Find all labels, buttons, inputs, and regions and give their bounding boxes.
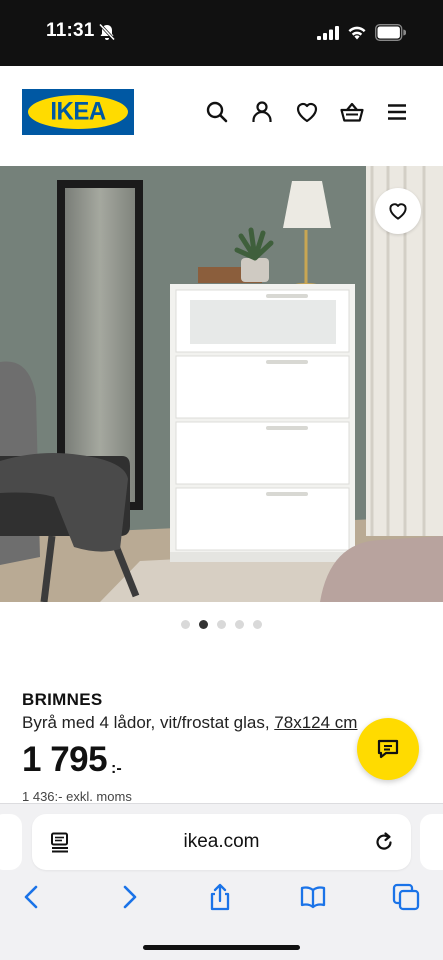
carousel-dot[interactable] (181, 620, 190, 629)
menu-icon[interactable] (384, 99, 410, 125)
price-excl-vat: 1 436:- exkl. moms (22, 789, 132, 804)
chat-bubble-icon (377, 739, 399, 759)
search-icon[interactable] (204, 99, 230, 125)
reload-icon[interactable] (373, 831, 395, 853)
price-suffix: :- (111, 760, 122, 777)
carousel-dot[interactable] (217, 620, 226, 629)
product-price: 1 795 (22, 740, 108, 779)
status-bar: 11:31 (0, 0, 443, 66)
wifi-icon (348, 26, 366, 40)
site-header: IKEA (0, 66, 443, 166)
product-description-text: Byrå med 4 lådor, vit/frostat glas, (22, 713, 275, 732)
product-dimensions-link[interactable]: 78x124 cm (274, 713, 357, 732)
bookmarks-icon[interactable] (298, 882, 328, 912)
product-description: Byrå med 4 lådor, vit/frostat glas, 78x1… (22, 713, 382, 733)
product-image[interactable] (0, 166, 443, 602)
heart-icon[interactable] (294, 99, 320, 125)
home-indicator[interactable] (143, 945, 300, 950)
forward-icon[interactable] (114, 882, 144, 912)
cellular-signal-icon (317, 26, 339, 40)
basket-icon[interactable] (339, 99, 365, 125)
carousel-dot[interactable] (235, 620, 244, 629)
previous-tab-preview[interactable] (0, 814, 22, 870)
carousel-dot[interactable] (253, 620, 262, 629)
address-bar[interactable]: ikea.com (32, 814, 411, 870)
add-to-favourites-button[interactable] (375, 188, 421, 234)
ikea-logo[interactable]: IKEA (22, 89, 134, 135)
carousel-indicator[interactable] (0, 620, 443, 629)
user-icon[interactable] (249, 99, 275, 125)
product-photo (0, 166, 443, 602)
logo-text: IKEA (50, 97, 106, 126)
share-icon[interactable] (205, 882, 235, 912)
back-icon[interactable] (17, 882, 47, 912)
heart-icon (389, 203, 407, 220)
product-name: BRIMNES (22, 690, 103, 709)
tabs-icon[interactable] (391, 882, 421, 912)
carousel-dot[interactable] (199, 620, 208, 629)
next-tab-preview[interactable] (420, 814, 443, 870)
status-time: 11:31 (46, 20, 95, 41)
chat-button[interactable] (357, 718, 419, 780)
browser-toolbar: ikea.com (0, 803, 443, 960)
url-text[interactable]: ikea.com (32, 831, 411, 853)
logo-oval: IKEA (28, 95, 128, 129)
battery-icon (375, 24, 406, 41)
bell-slash-icon (98, 23, 116, 41)
